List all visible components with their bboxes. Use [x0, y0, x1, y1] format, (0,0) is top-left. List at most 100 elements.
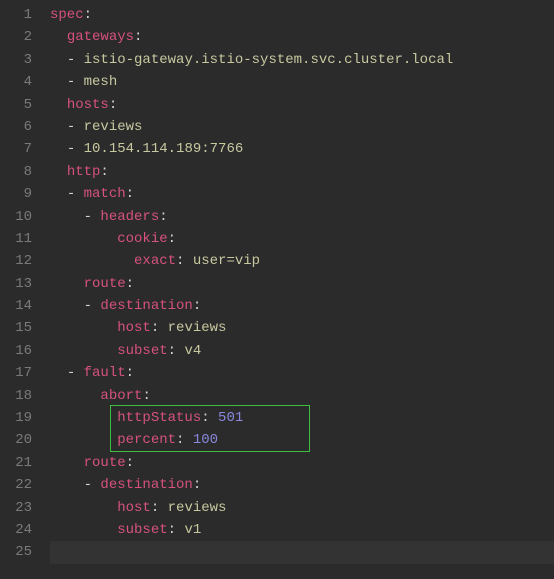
token-key: http	[67, 164, 101, 180]
token-string: reviews	[168, 500, 227, 516]
token-plain	[50, 500, 117, 516]
token-key: host	[117, 500, 151, 516]
token-dash: -	[67, 119, 84, 135]
token-key: destination	[100, 298, 192, 314]
code-line[interactable]: - reviews	[50, 116, 554, 138]
code-line[interactable]: subset: v4	[50, 340, 554, 362]
token-colon: :	[201, 410, 218, 426]
token-plain	[50, 432, 117, 448]
line-number: 10	[6, 206, 32, 228]
token-plain	[50, 29, 67, 45]
token-colon: :	[151, 320, 168, 336]
code-line[interactable]: httpStatus: 501	[50, 407, 554, 429]
line-number-gutter: 1234567891011121314151617181920212223242…	[0, 0, 40, 579]
line-number: 22	[6, 474, 32, 496]
line-number: 13	[6, 273, 32, 295]
code-area[interactable]: spec: gateways: - istio-gateway.istio-sy…	[40, 0, 554, 579]
token-dash: -	[67, 52, 84, 68]
token-string: v4	[184, 343, 201, 359]
token-colon: :	[134, 29, 142, 45]
token-key: host	[117, 320, 151, 336]
token-plain	[50, 119, 67, 135]
code-line[interactable]: http:	[50, 161, 554, 183]
code-line[interactable]: - mesh	[50, 71, 554, 93]
token-key: httpStatus	[117, 410, 201, 426]
token-key: route	[84, 455, 126, 471]
code-line[interactable]: - match:	[50, 183, 554, 205]
code-line[interactable]: exact: user=vip	[50, 250, 554, 272]
line-number: 20	[6, 429, 32, 451]
token-key: headers	[100, 209, 159, 225]
token-plain	[50, 209, 84, 225]
code-editor[interactable]: 1234567891011121314151617181920212223242…	[0, 0, 554, 579]
token-dash: -	[84, 209, 101, 225]
code-line[interactable]	[50, 541, 554, 563]
line-number: 5	[6, 94, 32, 116]
token-plain	[50, 298, 84, 314]
line-number: 23	[6, 497, 32, 519]
token-colon: :	[126, 276, 134, 292]
token-key: route	[84, 276, 126, 292]
line-number: 6	[6, 116, 32, 138]
line-number: 18	[6, 385, 32, 407]
code-line[interactable]: route:	[50, 273, 554, 295]
code-line[interactable]: host: reviews	[50, 497, 554, 519]
token-dash: -	[67, 74, 84, 90]
code-line[interactable]: spec:	[50, 4, 554, 26]
code-line[interactable]: percent: 100	[50, 429, 554, 451]
code-line[interactable]: gateways:	[50, 26, 554, 48]
code-line[interactable]: - destination:	[50, 474, 554, 496]
token-string: 10.154.114.189:7766	[84, 141, 244, 157]
code-line[interactable]: - 10.154.114.189:7766	[50, 138, 554, 160]
line-number: 12	[6, 250, 32, 272]
token-plain	[50, 52, 67, 68]
token-colon: :	[168, 522, 185, 538]
token-key: exact	[134, 253, 176, 269]
token-plain	[50, 97, 67, 113]
code-line[interactable]: route:	[50, 452, 554, 474]
code-line[interactable]: cookie:	[50, 228, 554, 250]
token-plain	[50, 141, 67, 157]
code-line[interactable]: - destination:	[50, 295, 554, 317]
token-key: spec	[50, 7, 84, 23]
token-colon: :	[84, 7, 92, 23]
token-plain	[50, 365, 67, 381]
code-line[interactable]: - fault:	[50, 362, 554, 384]
token-colon: :	[109, 97, 117, 113]
code-line[interactable]: hosts:	[50, 94, 554, 116]
code-line[interactable]: abort:	[50, 385, 554, 407]
code-line[interactable]: - headers:	[50, 206, 554, 228]
line-number: 9	[6, 183, 32, 205]
line-number: 2	[6, 26, 32, 48]
token-key: subset	[117, 522, 167, 538]
token-colon: :	[126, 186, 134, 202]
token-plain	[50, 410, 117, 426]
token-key: cookie	[117, 231, 167, 247]
code-line[interactable]: host: reviews	[50, 317, 554, 339]
token-plain	[50, 276, 84, 292]
line-number: 3	[6, 49, 32, 71]
line-number: 15	[6, 317, 32, 339]
token-key: gateways	[67, 29, 134, 45]
token-key: fault	[84, 365, 126, 381]
line-number: 25	[6, 541, 32, 563]
token-plain	[50, 477, 84, 493]
token-plain	[50, 455, 84, 471]
token-string: reviews	[84, 119, 143, 135]
token-string: reviews	[168, 320, 227, 336]
token-dash: -	[84, 298, 101, 314]
token-string: v1	[184, 522, 201, 538]
line-number: 19	[6, 407, 32, 429]
token-key: percent	[117, 432, 176, 448]
token-colon: :	[159, 209, 167, 225]
token-string: istio-gateway.istio-system.svc.cluster.l…	[84, 52, 454, 68]
code-line[interactable]: subset: v1	[50, 519, 554, 541]
token-colon: :	[168, 343, 185, 359]
token-dash: -	[84, 477, 101, 493]
token-plain	[50, 74, 67, 90]
token-colon: :	[126, 365, 134, 381]
token-plain	[50, 388, 100, 404]
token-key: destination	[100, 477, 192, 493]
token-colon: :	[126, 455, 134, 471]
code-line[interactable]: - istio-gateway.istio-system.svc.cluster…	[50, 49, 554, 71]
